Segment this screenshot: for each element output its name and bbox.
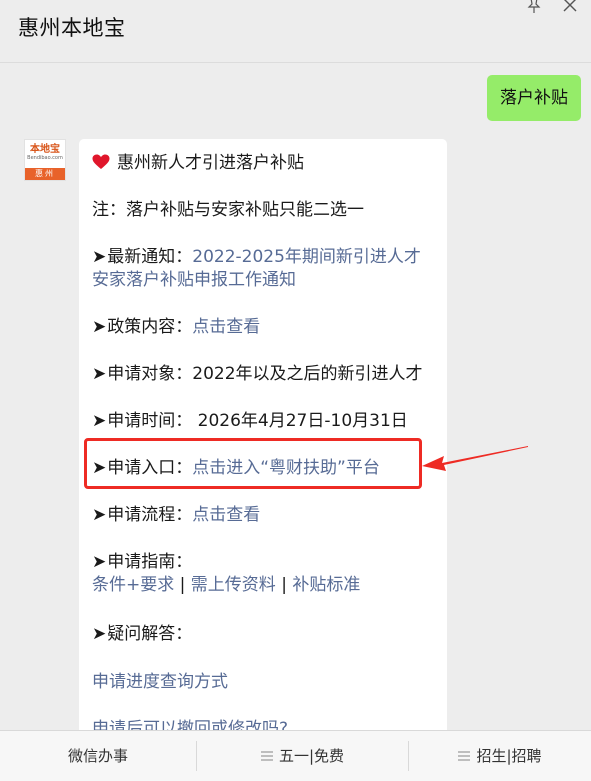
reply-title: 惠州新人才引进落户补贴 (117, 153, 304, 173)
time-line: ➤申请时间： 2026年4月27日-10月31日 (92, 410, 408, 433)
guide-link-conditions[interactable]: 条件+要求 (92, 575, 174, 595)
avatar-city: 惠州 (25, 168, 65, 180)
time-label: 申请时间： (107, 411, 193, 431)
time-value: 2026年4月27日-10月31日 (197, 411, 408, 431)
latest-notice-link-2[interactable]: 安家落户补贴申报工作通知 (92, 269, 296, 292)
menu-item-wechat-service[interactable]: 微信办事 (0, 731, 196, 781)
bullet-arrow: ➤ (92, 364, 107, 384)
menu-item-may-day[interactable]: 五一|免费 (197, 731, 408, 781)
policy-line: ➤政策内容：点击查看 (92, 316, 260, 339)
bottom-menu-bar: 微信办事 五一|免费 招生|招聘 (0, 730, 591, 781)
guide-separator: | (174, 575, 191, 595)
target-line: ➤申请对象：2022年以及之后的新引进人才 (92, 363, 423, 386)
note-text: 注：落户补贴与安家补贴只能二选一 (92, 200, 364, 220)
bullet-arrow: ➤ (92, 552, 107, 572)
avatar-logo: 本地宝 Bendibao.com (25, 140, 65, 168)
policy-label: 政策内容： (107, 317, 193, 337)
heart-icon (92, 154, 110, 169)
chat-header: 惠州本地宝 (0, 0, 591, 63)
guide-separator: | (275, 575, 293, 595)
reply-bubble: 惠州新人才引进落户补贴 注：落户补贴与安家补贴只能二选一 ➤最新通知：2022-… (79, 139, 447, 730)
highlight-box (84, 438, 422, 489)
avatar[interactable]: 本地宝 Bendibao.com 惠州 (24, 139, 66, 181)
process-label: 申请流程： (107, 505, 193, 525)
menu-lines-icon (260, 751, 273, 761)
latest-notice-link-1[interactable]: 2022-2025年期间新引进人才 (192, 247, 421, 267)
avatar-site: Bendibao.com (27, 155, 63, 161)
faq-label: 疑问解答： (107, 624, 193, 644)
guide-links: 条件+要求 | 需上传资料 | 补贴标准 (92, 574, 360, 597)
red-arrow-annotation (422, 446, 528, 471)
chat-area[interactable]: 落户补贴 本地宝 Bendibao.com 惠州 惠州新人才引进落户补贴 注：落… (0, 63, 591, 730)
guide-link-standards[interactable]: 补贴标准 (292, 575, 360, 595)
process-line: ➤申请流程：点击查看 (92, 504, 260, 527)
chat-title: 惠州本地宝 (18, 16, 126, 40)
latest-notice-label: 最新通知： (107, 247, 193, 267)
avatar-brand: 本地宝 (30, 144, 60, 155)
faq-link-withdraw[interactable]: 申请后可以撤回或修改吗? (92, 718, 288, 730)
menu-item-label: 招生|招聘 (476, 747, 542, 765)
reply-title-line: 惠州新人才引进落户补贴 (92, 152, 304, 175)
latest-notice-line: ➤最新通知：2022-2025年期间新引进人才 (92, 246, 421, 269)
bullet-arrow: ➤ (92, 411, 107, 431)
pin-icon[interactable] (527, 0, 541, 14)
guide-line: ➤申请指南： (92, 551, 192, 574)
bullet-arrow: ➤ (92, 624, 107, 644)
menu-item-enrollment[interactable]: 招生|招聘 (409, 731, 591, 781)
menu-item-label: 微信办事 (67, 747, 128, 765)
bullet-arrow: ➤ (92, 317, 107, 337)
menu-lines-icon (458, 751, 471, 761)
faq-link-progress[interactable]: 申请进度查询方式 (92, 671, 228, 694)
bullet-arrow: ➤ (92, 505, 107, 525)
target-label: 申请对象： (107, 364, 193, 384)
policy-link[interactable]: 点击查看 (192, 317, 260, 337)
user-message-bubble: 落户补贴 (487, 75, 581, 121)
menu-item-label: 五一|免费 (278, 747, 345, 765)
guide-label: 申请指南： (107, 552, 193, 572)
target-value: 2022年以及之后的新引进人才 (192, 364, 423, 384)
guide-link-documents[interactable]: 需上传资料 (191, 575, 276, 595)
faq-line: ➤疑问解答： (92, 623, 192, 646)
bullet-arrow: ➤ (92, 247, 107, 267)
close-icon[interactable] (563, 0, 577, 12)
process-link[interactable]: 点击查看 (192, 505, 260, 525)
